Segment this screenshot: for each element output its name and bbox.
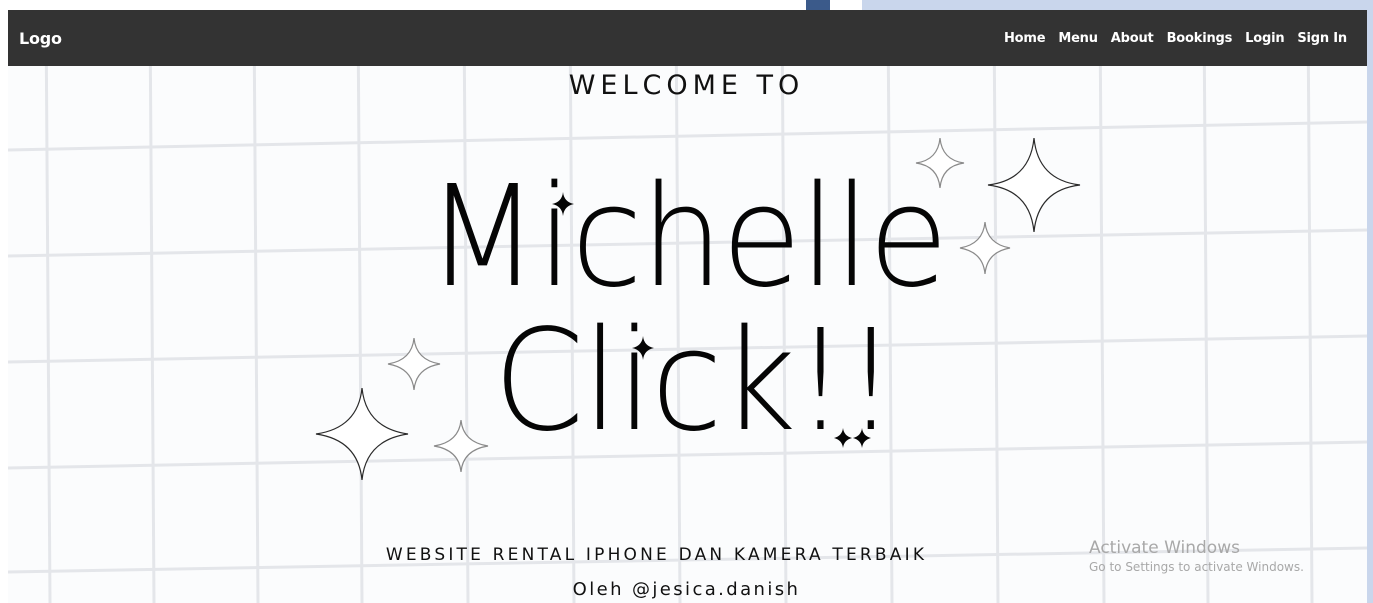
welcome-heading: WELCOME TO [568,70,805,101]
nav-link-about[interactable]: About [1111,31,1154,46]
watermark-title: Activate Windows [1089,538,1240,558]
nav-link-bookings[interactable]: Bookings [1167,31,1233,46]
navbar: Logo Home Menu About Bookings Login Sign… [8,10,1367,66]
site-logo[interactable]: Logo [19,29,62,48]
browser-viewport: Logo Home Menu About Bookings Login Sign… [0,0,1373,603]
nav-link-menu[interactable]: Menu [1058,31,1098,46]
hero-title-line-1: Michelle [426,156,948,319]
background-strip-light [862,0,1373,10]
nav-link-login[interactable]: Login [1245,31,1284,46]
watermark-subtitle: Go to Settings to activate Windows. [1089,560,1304,574]
hero-title-line-2: Click!! [493,300,896,463]
nav-links: Home Menu About Bookings Login Sign In [1004,31,1347,46]
windows-activation-watermark: Activate Windows Go to Settings to activ… [1089,538,1304,574]
nav-link-sign-in[interactable]: Sign In [1297,31,1347,46]
hero-author: Oleh @jesica.danish [572,579,801,600]
background-strip-dark [806,0,830,10]
nav-link-home[interactable]: Home [1004,31,1046,46]
